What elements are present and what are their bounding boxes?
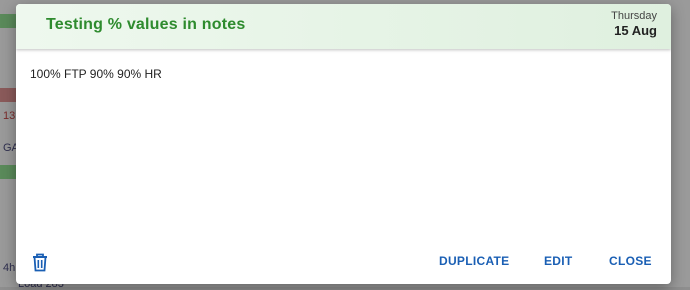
trash-icon [33, 253, 47, 272]
edit-button[interactable]: EDIT [544, 254, 573, 268]
dialog-header: Testing % values in notes Thursday 15 Au… [16, 4, 671, 49]
bg-workout-bar [0, 88, 16, 102]
event-date-label: 15 Aug [614, 23, 657, 38]
bg-workout-bar [0, 14, 16, 28]
duplicate-button[interactable]: DUPLICATE [439, 254, 509, 268]
dialog-title: Testing % values in notes [46, 16, 246, 33]
bg-fragment: 4h [3, 262, 16, 274]
bg-fragment: 13 [3, 110, 16, 122]
bg-workout-bar [0, 165, 16, 179]
event-dialog: Testing % values in notes Thursday 15 Au… [16, 4, 671, 284]
close-button[interactable]: CLOSE [609, 254, 652, 268]
event-notes: 100% FTP 90% 90% HR [30, 67, 162, 81]
delete-button[interactable] [28, 250, 52, 274]
event-day-of-week: Thursday [611, 10, 657, 22]
event-date: Thursday 15 Aug [611, 10, 657, 39]
